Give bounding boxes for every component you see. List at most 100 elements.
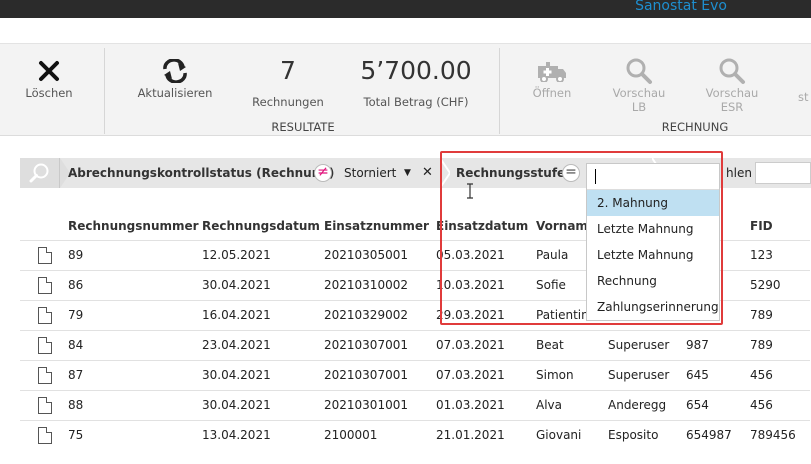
dropdown-arrow-icon[interactable]: ▼ xyxy=(404,158,411,188)
magnifier-icon xyxy=(604,56,674,86)
refresh-button[interactable]: Aktualisieren xyxy=(130,56,220,100)
table-cell: 84 xyxy=(68,329,202,360)
table-cell: Anderegg xyxy=(608,389,686,420)
level-dropdown[interactable]: 2. Mahnung Letzte Mahnung Letzte Mahnung Re… xyxy=(586,163,720,321)
table-cell: 20210305001 xyxy=(324,239,436,270)
table-cell: 23.04.2021 xyxy=(202,329,324,360)
column-header[interactable]: FID xyxy=(750,212,810,240)
document-icon[interactable] xyxy=(38,426,52,444)
table-cell: 86 xyxy=(68,269,202,300)
truncated-button-label[interactable]: st xyxy=(798,90,811,104)
table-cell: Superuser xyxy=(608,329,686,360)
invoice-count-label: Rechnungen xyxy=(252,95,324,109)
table-cell: 20210329002 xyxy=(324,299,436,330)
document-icon[interactable] xyxy=(38,246,52,264)
icon-column-header xyxy=(20,212,68,240)
search-icon xyxy=(29,163,48,183)
table-cell: 75 xyxy=(68,419,202,450)
table-row[interactable]: 87 30.04.2021 20210307001 07.03.2021 Simon Su… xyxy=(20,359,810,390)
table-row[interactable]: 88 30.04.2021 20210301001 01.03.2021 Alva And… xyxy=(20,389,810,420)
row-icon-cell xyxy=(20,389,68,420)
equal-operator[interactable]: = xyxy=(562,164,580,182)
table-cell: Beat xyxy=(536,329,608,360)
dropdown-option[interactable]: Letzte Mahnung xyxy=(587,242,719,268)
table-cell: 20210307001 xyxy=(324,329,436,360)
separator xyxy=(104,48,105,134)
dropdown-option[interactable]: Zahlungserinnerung xyxy=(587,294,719,320)
table-row[interactable]: 84 23.04.2021 20210307001 07.03.2021 Beat Sup… xyxy=(20,329,810,360)
preview-esr-button[interactable]: Vorschau ESR xyxy=(697,56,767,114)
refresh-label: Aktualisieren xyxy=(137,86,213,100)
preview-esr-label-1: Vorschau xyxy=(705,86,759,100)
column-header[interactable]: Rechnungsdatum xyxy=(202,212,324,240)
table-cell: 20210301001 xyxy=(324,389,436,420)
dropdown-search-input[interactable] xyxy=(587,164,719,190)
delete-label: Löschen xyxy=(25,86,73,100)
table-cell: 12.05.2021 xyxy=(202,239,324,270)
preview-lb-label-2: LB xyxy=(631,100,647,114)
row-icon-cell xyxy=(20,269,68,300)
document-icon[interactable] xyxy=(38,306,52,324)
table-cell: 654 xyxy=(686,389,750,420)
preview-lb-button[interactable]: Vorschau LB xyxy=(604,56,674,114)
row-icon-cell xyxy=(20,299,68,330)
close-icon xyxy=(14,56,84,86)
refresh-icon xyxy=(130,56,220,86)
filter-value-status[interactable]: Storniert xyxy=(344,158,396,188)
table-cell: 87 xyxy=(68,359,202,390)
table-cell: 10.03.2021 xyxy=(436,269,536,300)
not-equal-operator[interactable]: ≠ xyxy=(314,164,332,182)
invoice-count: 7 xyxy=(280,56,296,85)
table-cell: 01.03.2021 xyxy=(436,389,536,420)
document-icon[interactable] xyxy=(38,366,52,384)
brand-name: Sanostat Evo xyxy=(635,0,727,14)
magnifier-icon xyxy=(697,56,767,86)
sub-toolbar xyxy=(0,18,811,44)
results-group-label: RESULTATE xyxy=(271,120,335,134)
dropdown-option[interactable]: 2. Mahnung xyxy=(587,190,719,216)
remove-filter-icon[interactable]: ✕ xyxy=(422,158,433,188)
preview-esr-label-2: ESR xyxy=(720,100,744,114)
table-cell: 789 xyxy=(750,299,810,330)
delete-button[interactable]: Löschen xyxy=(14,56,84,100)
table-cell: 88 xyxy=(68,389,202,420)
table-row[interactable]: 75 13.04.2021 2100001 21.01.2021 Giovani Espo… xyxy=(20,419,810,450)
text-cursor-icon xyxy=(467,183,473,199)
table-cell: 30.04.2021 xyxy=(202,269,324,300)
row-icon-cell xyxy=(20,329,68,360)
filter-extra-input[interactable] xyxy=(755,162,811,184)
table-cell: 987 xyxy=(686,329,750,360)
total-amount-label: Total Betrag (CHF) xyxy=(363,95,469,109)
dropdown-option[interactable]: Rechnung xyxy=(587,268,719,294)
table-cell: 21.01.2021 xyxy=(436,419,536,450)
open-label: Öffnen xyxy=(532,86,572,100)
filter-count-text: hlen xyxy=(726,166,752,180)
document-icon[interactable] xyxy=(38,336,52,354)
table-cell: 789456 xyxy=(750,419,810,450)
chevron-right-icon xyxy=(440,158,450,188)
table-cell: Giovani xyxy=(536,419,608,450)
table-cell: 2100001 xyxy=(324,419,436,450)
document-icon[interactable] xyxy=(38,276,52,294)
column-header[interactable]: Einsatzdatum xyxy=(436,212,536,240)
table-cell: 79 xyxy=(68,299,202,330)
table-cell: 123 xyxy=(750,239,810,270)
column-header[interactable]: Rechnungsnummer xyxy=(68,212,202,240)
table-cell: 89 xyxy=(68,239,202,270)
table-cell: Alva xyxy=(536,389,608,420)
open-button[interactable]: Öffnen xyxy=(520,56,584,100)
preview-lb-label-1: Vorschau xyxy=(612,86,666,100)
table-cell: 20210307001 xyxy=(324,359,436,390)
dropdown-option[interactable]: Letzte Mahnung xyxy=(587,216,719,242)
column-header[interactable]: Einsatznummer xyxy=(324,212,436,240)
filter-field-status[interactable]: Abrechnungskontrollstatus (Rechnung) xyxy=(68,158,334,188)
table-cell: 05.03.2021 xyxy=(436,239,536,270)
table-cell: 30.04.2021 xyxy=(202,359,324,390)
document-icon[interactable] xyxy=(38,396,52,414)
filter-search-button[interactable] xyxy=(20,158,60,188)
title-bar: Sanostat Evo xyxy=(0,0,811,18)
separator xyxy=(499,48,500,134)
table-cell: 645 xyxy=(686,359,750,390)
row-icon-cell xyxy=(20,359,68,390)
table-cell: 16.04.2021 xyxy=(202,299,324,330)
